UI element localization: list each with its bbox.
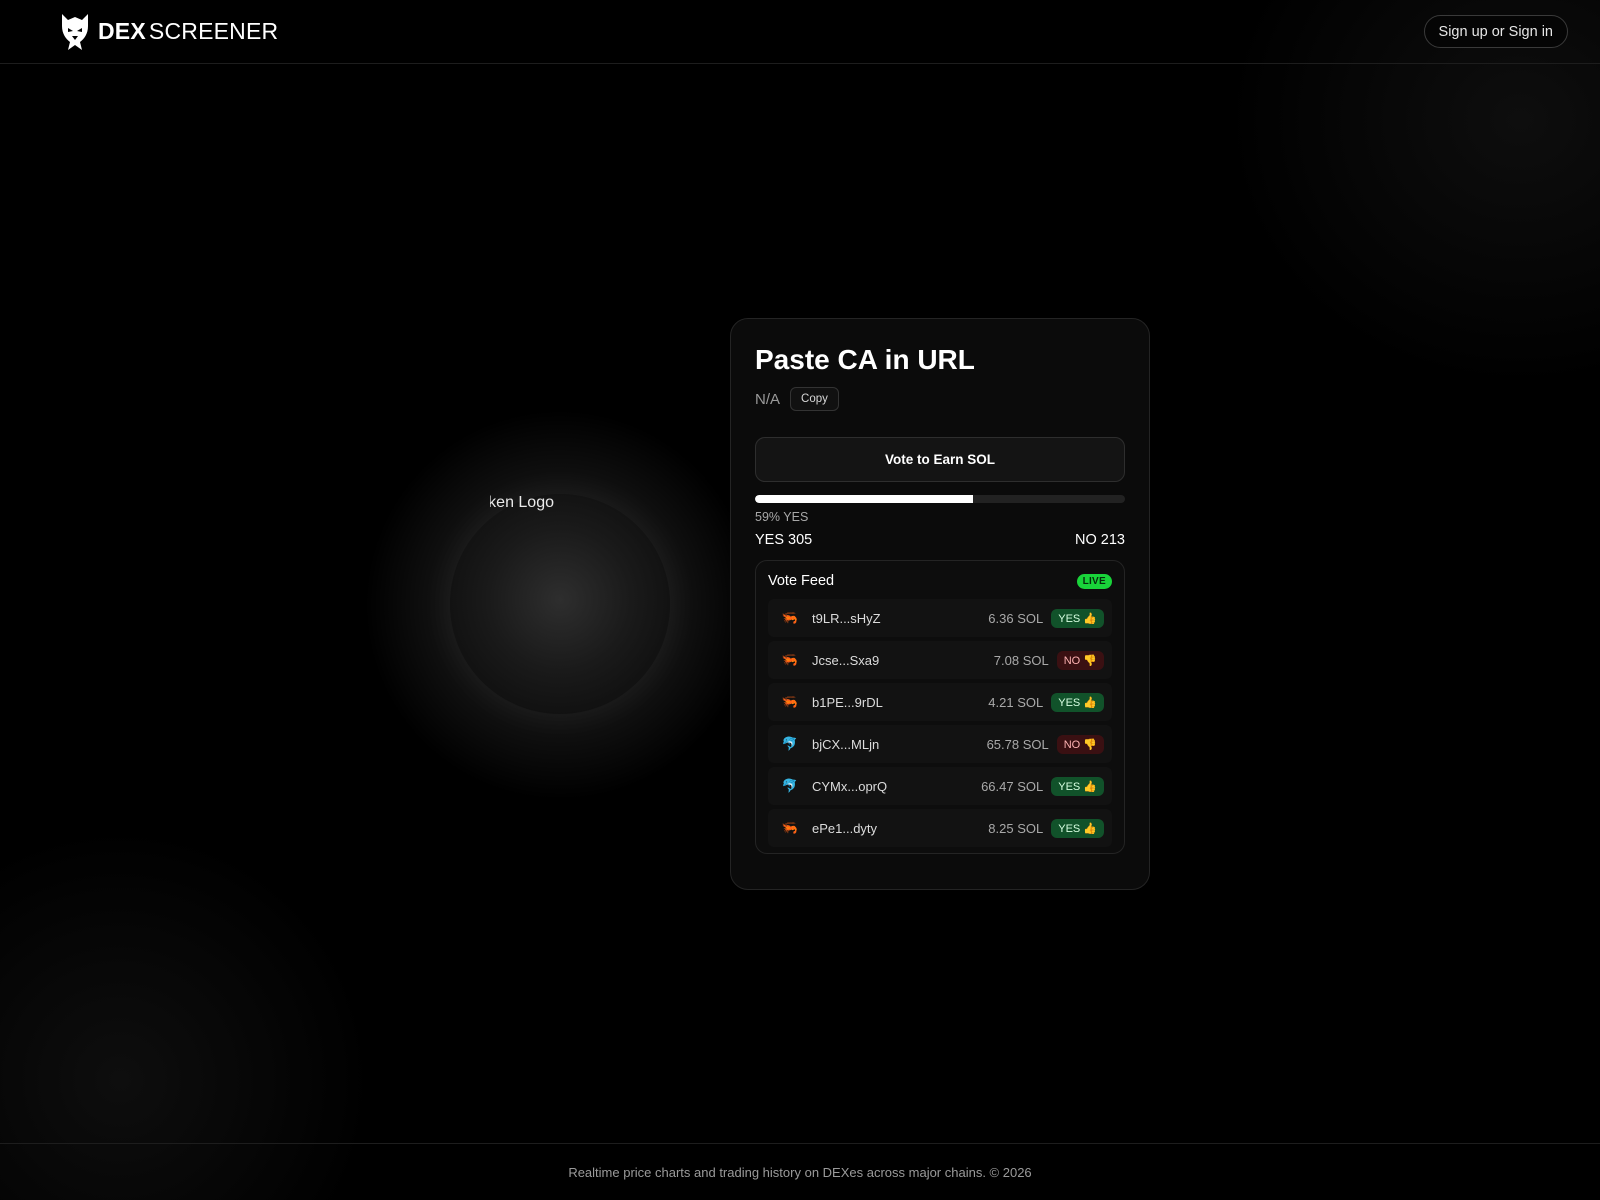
shrimp-icon: 🦐 <box>781 652 799 667</box>
site-footer: Realtime price charts and trading histor… <box>0 1143 1600 1200</box>
token-logo-alt-text: Token Logo <box>490 494 554 511</box>
brand-link[interactable]: DEX SCREENER <box>58 12 278 52</box>
contract-address-value: N/A <box>755 390 781 408</box>
brand-screener-text: SCREENER <box>148 18 279 44</box>
eagle-logo-icon <box>62 13 88 50</box>
footer-text: Realtime price charts and trading histor… <box>568 1164 1032 1180</box>
vote-card: Paste CA in URL N/A Copy Vote to Earn SO… <box>730 318 1150 890</box>
vote-no-badge: NO 👎 <box>1056 650 1104 670</box>
vote-yes-badge: YES 👍 <box>1051 818 1104 838</box>
voter-address: t9LR...sHyZ <box>812 610 881 626</box>
site-header: DEX SCREENER Sign up or Sign in <box>0 0 1600 64</box>
sign-in-button[interactable]: Sign up or Sign in <box>1423 15 1568 48</box>
vote-feed: Vote Feed LIVE 🦐 t9LR...sHyZ 6.36 SOL YES 👍… <box>755 560 1125 854</box>
yes-progress-fill <box>755 495 974 503</box>
dolphin-icon: 🐬 <box>781 736 799 751</box>
vote-yes-badge: YES 👍 <box>1051 776 1104 796</box>
vote-amount: 8.25 SOL <box>988 820 1044 836</box>
page: DEX SCREENER Sign up or Sign in Token Lo… <box>0 0 1600 1200</box>
vote-amount: 4.21 SOL <box>988 694 1044 710</box>
voter-address: CYMx...oprQ <box>812 778 888 794</box>
voter-address: b1PE...9rDL <box>812 694 883 710</box>
vote-feed-header: Vote Feed LIVE <box>768 573 1112 589</box>
vote-feed-list: 🦐 t9LR...sHyZ 6.36 SOL YES 👍 🦐 Jcse...Sxa9 7.0… <box>768 599 1112 847</box>
shrimp-icon: 🦐 <box>781 820 799 835</box>
feed-row: 🦐 b1PE...9rDL 4.21 SOL YES 👍 <box>768 683 1112 721</box>
feed-row: 🐬 bjCX...MLjn 65.78 SOL NO 👎 <box>768 725 1112 763</box>
vote-amount: 65.78 SOL <box>986 736 1049 752</box>
shrimp-icon: 🦐 <box>781 694 799 709</box>
vote-yes-badge: YES 👍 <box>1051 608 1104 628</box>
dolphin-icon: 🐬 <box>781 778 799 793</box>
yes-percent-label: 59% YES <box>755 510 809 524</box>
vote-to-earn-button[interactable]: Vote to Earn SOL <box>755 437 1125 482</box>
live-badge: LIVE <box>1076 573 1112 589</box>
vote-amount: 7.08 SOL <box>993 652 1049 668</box>
card-title: Paste CA in URL <box>755 344 975 375</box>
vote-amount: 66.47 SOL <box>981 778 1044 794</box>
voter-address: Jcse...Sxa9 <box>812 652 880 668</box>
feed-row: 🦐 ePe1...dyty 8.25 SOL YES 👍 <box>768 809 1112 847</box>
yes-count: YES 305 <box>755 532 813 548</box>
contract-address-row: N/A Copy <box>755 387 1125 411</box>
vote-yes-badge: YES 👍 <box>1051 692 1104 712</box>
shrimp-icon: 🦐 <box>781 610 799 625</box>
brand-wordmark: DEX SCREENER <box>98 18 278 45</box>
vote-feed-title: Vote Feed <box>768 573 835 589</box>
voter-address: ePe1...dyty <box>812 820 878 836</box>
no-count: NO 213 <box>1075 532 1125 548</box>
feed-row: 🐬 CYMx...oprQ 66.47 SOL YES 👍 <box>768 767 1112 805</box>
vote-counts: YES 305 NO 213 <box>755 532 1125 548</box>
voter-address: bjCX...MLjn <box>812 736 880 752</box>
brand-dex-text: DEX <box>98 18 146 44</box>
copy-button[interactable]: Copy <box>790 387 839 411</box>
feed-row: 🦐 Jcse...Sxa9 7.08 SOL NO 👎 <box>768 641 1112 679</box>
token-logo-image <box>450 494 670 714</box>
yes-progress-bar <box>755 495 1125 503</box>
vote-no-badge: NO 👎 <box>1056 734 1104 754</box>
vote-amount: 6.36 SOL <box>988 610 1044 626</box>
feed-row: 🦐 t9LR...sHyZ 6.36 SOL YES 👍 <box>768 599 1112 637</box>
